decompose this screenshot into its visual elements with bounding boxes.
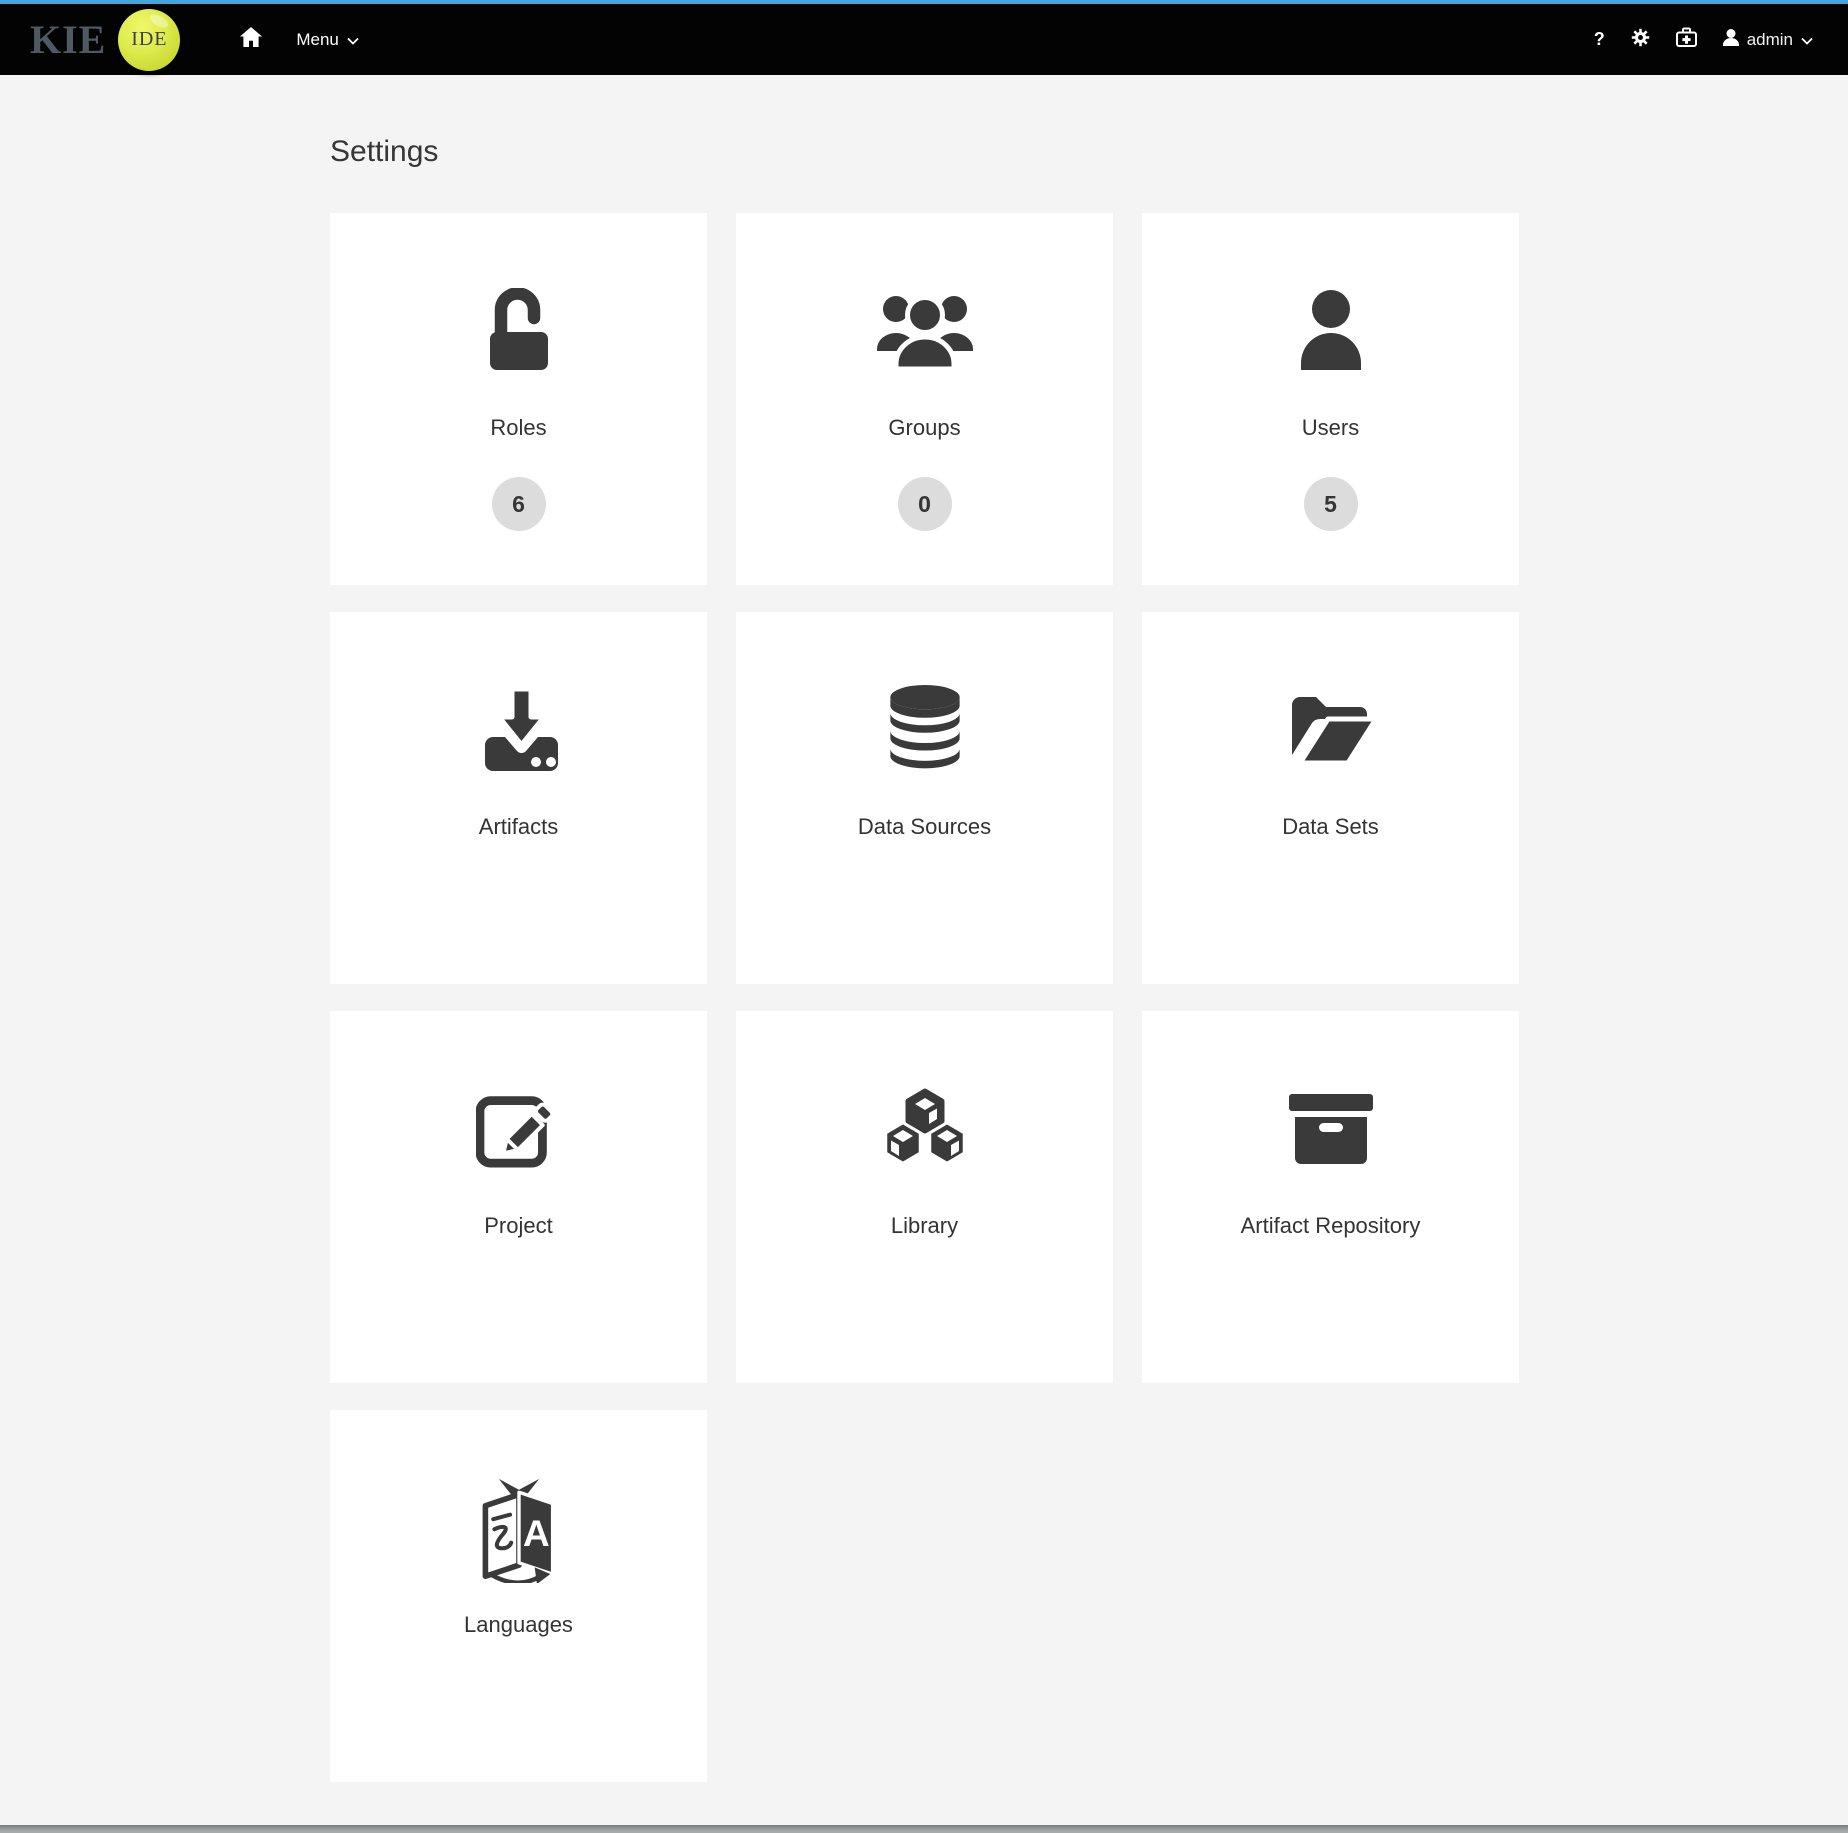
- card-label: Artifacts: [479, 814, 558, 840]
- home-icon: [240, 27, 262, 52]
- archive-icon: [1289, 1053, 1373, 1203]
- card-users[interactable]: Users 5: [1142, 213, 1519, 585]
- settings-gear-button[interactable]: [1618, 4, 1663, 75]
- bottom-bar: [0, 1825, 1848, 1833]
- card-data-sets[interactable]: Data Sets: [1142, 612, 1519, 984]
- home-button[interactable]: Menu: [222, 4, 377, 75]
- card-label: Project: [484, 1213, 552, 1239]
- card-label: Users: [1302, 415, 1359, 441]
- settings-grid: Roles 6 Groups 0 Users 5 Artifacts: [330, 213, 1519, 1782]
- user-icon: [1723, 29, 1739, 51]
- language-icon: A: [463, 1452, 575, 1602]
- help-icon: ?: [1594, 29, 1605, 50]
- card-count-badge: 5: [1304, 477, 1358, 531]
- card-languages[interactable]: A Languages: [330, 1410, 707, 1782]
- card-label: Groups: [888, 415, 960, 441]
- cubes-icon: [875, 1053, 975, 1203]
- download-icon: [472, 654, 566, 804]
- card-artifacts[interactable]: Artifacts: [330, 612, 707, 984]
- card-groups[interactable]: Groups 0: [736, 213, 1113, 585]
- user-name-label: admin: [1747, 30, 1793, 50]
- page-title: Settings: [330, 131, 1519, 173]
- medkit-button[interactable]: [1663, 4, 1710, 75]
- navbar-right: ?: [1581, 4, 1826, 75]
- user-menu[interactable]: admin: [1710, 4, 1826, 75]
- brand-ide-text: IDE: [131, 28, 167, 51]
- card-project[interactable]: Project: [330, 1011, 707, 1383]
- card-data-sources[interactable]: Data Sources: [736, 612, 1113, 984]
- card-count-badge: 6: [492, 477, 546, 531]
- medkit-icon: [1676, 27, 1697, 52]
- card-label: Roles: [490, 415, 546, 441]
- card-artifact-repository[interactable]: Artifact Repository: [1142, 1011, 1519, 1383]
- users-icon: [875, 255, 975, 405]
- chevron-down-icon: [1801, 30, 1813, 50]
- brand-logo[interactable]: KIE IDE: [30, 9, 180, 71]
- user-icon: [1299, 255, 1363, 405]
- settings-page: Settings Roles 6 Groups 0 Users 5 Artifa…: [0, 75, 1848, 1782]
- card-count-badge: 0: [898, 477, 952, 531]
- help-button[interactable]: ?: [1581, 4, 1618, 75]
- unlock-icon: [488, 255, 550, 405]
- card-roles[interactable]: Roles 6: [330, 213, 707, 585]
- card-label: Artifact Repository: [1241, 1213, 1421, 1239]
- chevron-down-icon: [347, 30, 359, 50]
- navbar-left: Menu: [222, 4, 377, 75]
- edit-icon: [476, 1053, 562, 1203]
- menu-label: Menu: [296, 30, 339, 50]
- card-label: Library: [891, 1213, 958, 1239]
- brand-kie-text: KIE: [30, 16, 106, 63]
- svg-text:A: A: [523, 1513, 550, 1554]
- brand-ide-badge: IDE: [118, 9, 180, 71]
- database-icon: [886, 654, 964, 804]
- top-navbar: KIE IDE Menu ?: [0, 0, 1848, 75]
- card-library[interactable]: Library: [736, 1011, 1113, 1383]
- folder-open-icon: [1284, 654, 1378, 804]
- card-label: Data Sets: [1282, 814, 1379, 840]
- card-label: Data Sources: [858, 814, 991, 840]
- card-label: Languages: [464, 1612, 573, 1638]
- gear-icon: [1631, 28, 1650, 52]
